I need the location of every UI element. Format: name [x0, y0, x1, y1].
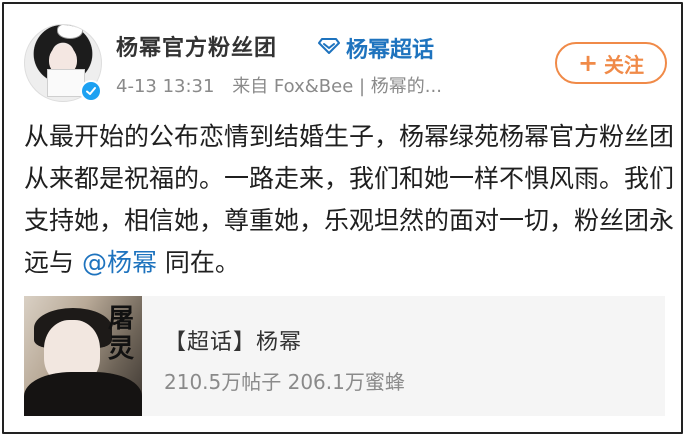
weibo-post: 杨幂官方粉丝团 杨幂超话 4-13 13:31 来自 Fox&Bee | 杨幂的…	[2, 2, 683, 434]
topic-card-stats: 210.5万帖子 206.1万蜜蜂	[164, 370, 405, 394]
plus-icon: +	[577, 49, 599, 77]
post-time[interactable]: 4-13 13:31	[116, 76, 214, 97]
post-text: 从最开始的公布恋情到结婚生子，杨幂绿苑杨幂官方粉丝团从来都是祝福的。一路走来，我…	[24, 116, 674, 284]
follow-label: 关注	[604, 52, 645, 77]
user-name[interactable]: 杨幂官方粉丝团	[116, 30, 277, 62]
mention-link[interactable]: @杨幂	[82, 248, 157, 277]
topic-thumbnail: 屠灵	[24, 296, 142, 416]
topic-link-label: 杨幂超话	[346, 38, 435, 63]
verified-badge-icon	[80, 80, 102, 102]
topic-card-title: 【超话】杨幂	[164, 330, 303, 355]
post-meta: 4-13 13:31 来自 Fox&Bee | 杨幂的...	[116, 72, 442, 98]
diamond-topic-icon	[318, 36, 340, 61]
avatar[interactable]	[24, 24, 102, 102]
follow-button[interactable]: + 关注	[555, 42, 667, 84]
post-source[interactable]: 来自 Fox&Bee | 杨幂的...	[232, 76, 442, 97]
topic-card[interactable]: 屠灵 【超话】杨幂 210.5万帖子 206.1万蜜蜂	[24, 296, 665, 416]
thumbnail-calligraphy: 屠灵	[108, 304, 135, 364]
topic-link[interactable]: 杨幂超话	[318, 32, 434, 64]
post-text-tail: 同在。	[156, 248, 240, 277]
